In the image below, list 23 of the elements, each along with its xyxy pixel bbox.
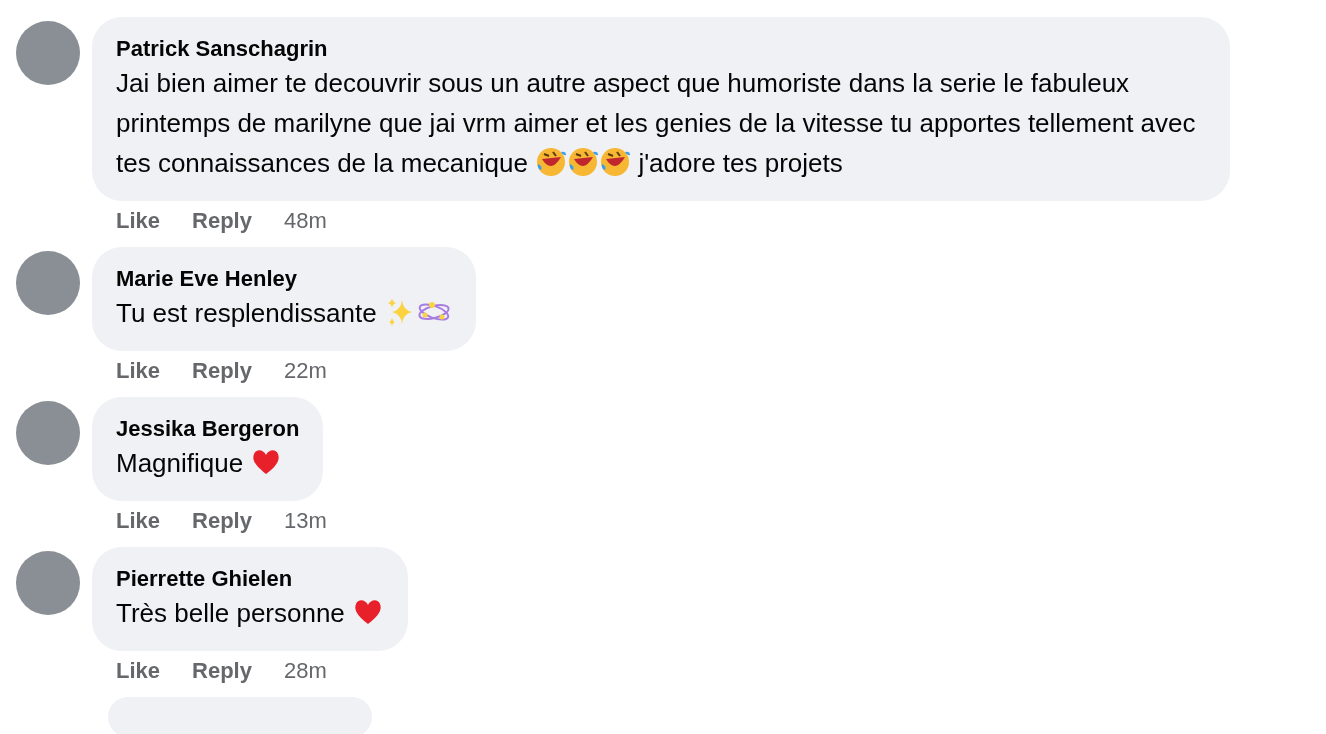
- author-name[interactable]: Pierrette Ghielen: [116, 565, 385, 593]
- laughing-emoji-icon: [567, 146, 600, 178]
- author-name[interactable]: Jessika Bergeron: [116, 415, 300, 443]
- action-link[interactable]: Like: [116, 357, 161, 385]
- action-link[interactable]: Reply: [192, 657, 252, 685]
- timestamp[interactable]: 28m: [283, 657, 327, 685]
- comment-text: Jai bien aimer te decouvrir sous un autre aspect que humoriste dans la serie le fabuleux printemps de marilyne que jai vrm aimer et les genies de la vitesse tu apportes tellement avec tes connaissances de la mecanique j'adore tes projets: [116, 67, 1197, 180]
- comment-text: Magnifique: [116, 443, 300, 483]
- action-link[interactable]: Like: [116, 657, 161, 685]
- action-link[interactable]: Reply: [192, 357, 252, 385]
- action-link[interactable]: Like: [116, 507, 161, 535]
- action-link[interactable]: Reply: [192, 207, 252, 235]
- comment-text: Très belle personne: [116, 593, 385, 633]
- action-link[interactable]: Like: [116, 207, 161, 235]
- author-name[interactable]: Patrick Sanschagrin: [116, 35, 1206, 63]
- comment-text: Tu est resplendissante: [116, 293, 452, 333]
- timestamp[interactable]: 13m: [283, 507, 327, 535]
- action-link[interactable]: Reply: [192, 507, 252, 535]
- laughing-emoji-icon: [599, 146, 632, 178]
- timestamp[interactable]: 48m: [283, 207, 327, 235]
- author-name[interactable]: Marie Eve Henley: [116, 265, 452, 293]
- timestamp[interactable]: 22m: [283, 357, 327, 385]
- laughing-emoji-icon: [535, 146, 568, 178]
